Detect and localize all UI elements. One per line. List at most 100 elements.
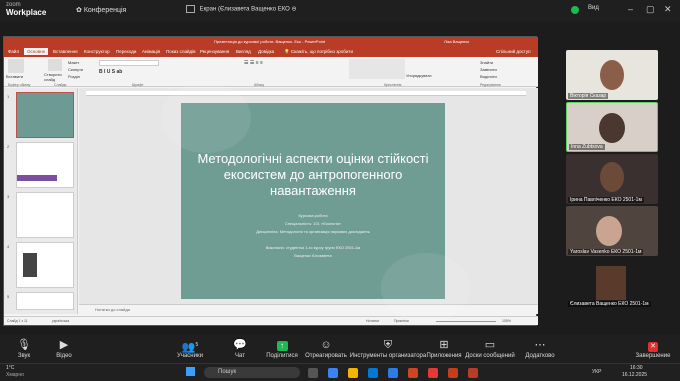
tab-transitions[interactable]: Переходи [116, 49, 136, 54]
share-title: Екран (Єлизавета Ващенко ЕКО [199, 6, 290, 13]
font-controls[interactable]: B I U S ab [99, 60, 234, 80]
paragraph-controls[interactable]: ☰ ☰ ≡ ≡ [244, 60, 344, 80]
zoom-slider[interactable] [436, 321, 496, 322]
font-family-select[interactable] [99, 60, 159, 66]
security-icon[interactable] [571, 6, 579, 14]
replace-button[interactable]: Замінити [480, 67, 497, 72]
zoom-icon[interactable] [388, 368, 398, 378]
tab-home[interactable]: Основне [24, 48, 49, 55]
tab-insert[interactable]: Вставлення [53, 49, 78, 54]
decor-blob [381, 253, 471, 323]
clock-date[interactable]: 16.12.2025 [622, 372, 647, 378]
tell-me-label: Скажіть, що потрібно зробити [290, 49, 353, 54]
windows-start-icon[interactable] [186, 367, 195, 376]
tab-view[interactable]: Вигляд [236, 49, 251, 54]
camera-icon: ▶ [59, 339, 69, 351]
ppt-tabs: Файл Основне Вставлення Конструктор Пере… [4, 47, 538, 57]
participant-video-4[interactable]: Yaroslav Vasenko ЕКО 2501-1м [566, 206, 658, 256]
slide-thumb-5[interactable] [16, 292, 74, 310]
maximize-icon[interactable]: ▢ [646, 4, 655, 15]
font-format-buttons[interactable]: B I U S ab [99, 69, 234, 75]
search-label: Пошук [218, 369, 237, 375]
mail-icon[interactable] [368, 368, 378, 378]
group-paragraph: Абзац [254, 83, 264, 87]
weather-temp[interactable]: 1°C [6, 365, 14, 371]
powerpoint-icon-2[interactable] [468, 368, 478, 378]
avatar [596, 266, 626, 300]
app-icon[interactable] [428, 368, 438, 378]
end-button[interactable]: ✕ Завершение [626, 335, 680, 359]
paragraph-buttons[interactable]: ☰ ☰ ≡ ≡ [244, 60, 344, 66]
more-label: Додатково [525, 353, 555, 359]
participant-video-1[interactable]: Вікторія Сказар [566, 50, 658, 100]
logo-big: Workplace [6, 8, 47, 17]
slide-thumb-1[interactable] [16, 92, 74, 138]
end-icon: ✕ [626, 338, 680, 353]
group-font: Шрифт [132, 83, 144, 87]
select-button[interactable]: Виділити [480, 74, 497, 79]
ppt-title: Презентація до курсової роботи. Ващенко.… [214, 39, 326, 44]
clock-time[interactable]: 16:30 [630, 365, 643, 371]
current-slide[interactable]: Методологічні аспекти оцінки стійкості е… [161, 83, 471, 323]
tab-file[interactable]: Файл [8, 49, 19, 54]
participant-video-2[interactable]: Inna Zubtsova [566, 102, 658, 152]
group-editing: Редагування [480, 83, 501, 87]
language[interactable]: українська [52, 319, 69, 323]
notes-pane[interactable]: Нотатки до слайда [79, 304, 538, 314]
close-icon[interactable]: ✕ [664, 4, 672, 15]
powerpoint-icon[interactable] [448, 368, 458, 378]
notes-toggle[interactable]: Нотатки [366, 319, 379, 323]
layout-button[interactable]: Макет [68, 60, 79, 65]
slide-thumb-2[interactable] [16, 142, 74, 188]
paste-button[interactable]: Вставити [6, 74, 23, 79]
slide-thumb-3[interactable] [16, 192, 74, 238]
react-button[interactable]: ☺ Отреагировать [296, 335, 356, 359]
ellipsis-icon: ⋯ [534, 339, 546, 351]
new-slide-icon[interactable] [48, 59, 62, 71]
decor-blob [161, 83, 251, 153]
paste-icon[interactable] [8, 59, 24, 73]
screen-icon [186, 5, 195, 13]
taskview-icon[interactable] [308, 368, 318, 378]
paw-icon: ✿ [76, 7, 82, 14]
more-icon[interactable]: ⊖ [291, 7, 296, 13]
tab-animation[interactable]: Анімація [142, 49, 160, 54]
weather-desc[interactable]: Хмарно [6, 372, 24, 378]
conference-tab[interactable]: ✿ Конференція [76, 6, 126, 14]
end-label: Завершение [635, 353, 671, 359]
arrange-button[interactable]: Упорядкувати [406, 73, 432, 78]
tell-me-box[interactable]: 💡 Скажіть, що потрібно зробити [284, 49, 353, 55]
slide-thumb-4[interactable] [16, 242, 74, 288]
tab-help[interactable]: Довідка [258, 49, 274, 54]
tab-review[interactable]: Рецензування [200, 49, 229, 54]
tab-slideshow[interactable]: Показ слайдів [166, 49, 195, 54]
new-slide-button[interactable]: Створити слайд [44, 72, 66, 82]
participants-count: 5 [195, 342, 199, 348]
explorer-icon[interactable] [348, 368, 358, 378]
thumb-num: 2 [7, 144, 10, 149]
ppt-share-button[interactable]: Спільний доступ [496, 49, 531, 54]
status-bar: Слайд 1 з 11 українська Нотатки Примітки… [4, 316, 538, 325]
whiteboards-label: Доски сообщений [465, 353, 515, 359]
slide-line: Курсова робота [298, 213, 328, 218]
slide-thumbnails: 1 2 3 4 5 [4, 88, 78, 314]
minimize-icon[interactable]: – [628, 4, 633, 14]
participant-video-5[interactable]: Єлизавета Ващенко ЕКО 2501-1м [566, 258, 658, 308]
share-indicator[interactable]: Екран (Єлизавета Ващенко ЕКО ⊖ [186, 5, 297, 13]
office-icon[interactable] [408, 368, 418, 378]
shapes-gallery[interactable] [349, 59, 405, 79]
notes-placeholder: Нотатки до слайда [95, 307, 130, 312]
reset-button[interactable]: Скинути [68, 67, 83, 72]
search-box[interactable]: Пошук [204, 367, 300, 378]
meeting-controls: 🎙 Звук ▶ Відео 👥5 Учасники 💬 Чат ↑ Поділ… [0, 335, 680, 363]
tab-design[interactable]: Конструктор [84, 49, 110, 54]
more-button[interactable]: ⋯ Додатково [510, 335, 570, 359]
find-button[interactable]: Знайти [480, 60, 493, 65]
language-indicator[interactable]: УКР [592, 369, 601, 375]
edge-icon[interactable] [328, 368, 338, 378]
section-button[interactable]: Розділ [68, 74, 80, 79]
view-button[interactable]: Вид [588, 5, 599, 11]
video-button[interactable]: ▶ Відео [34, 335, 94, 359]
participant-video-3[interactable]: Ірина Павліченко ЕКО 2501-1м [566, 154, 658, 204]
view-label: Вид [588, 5, 599, 11]
